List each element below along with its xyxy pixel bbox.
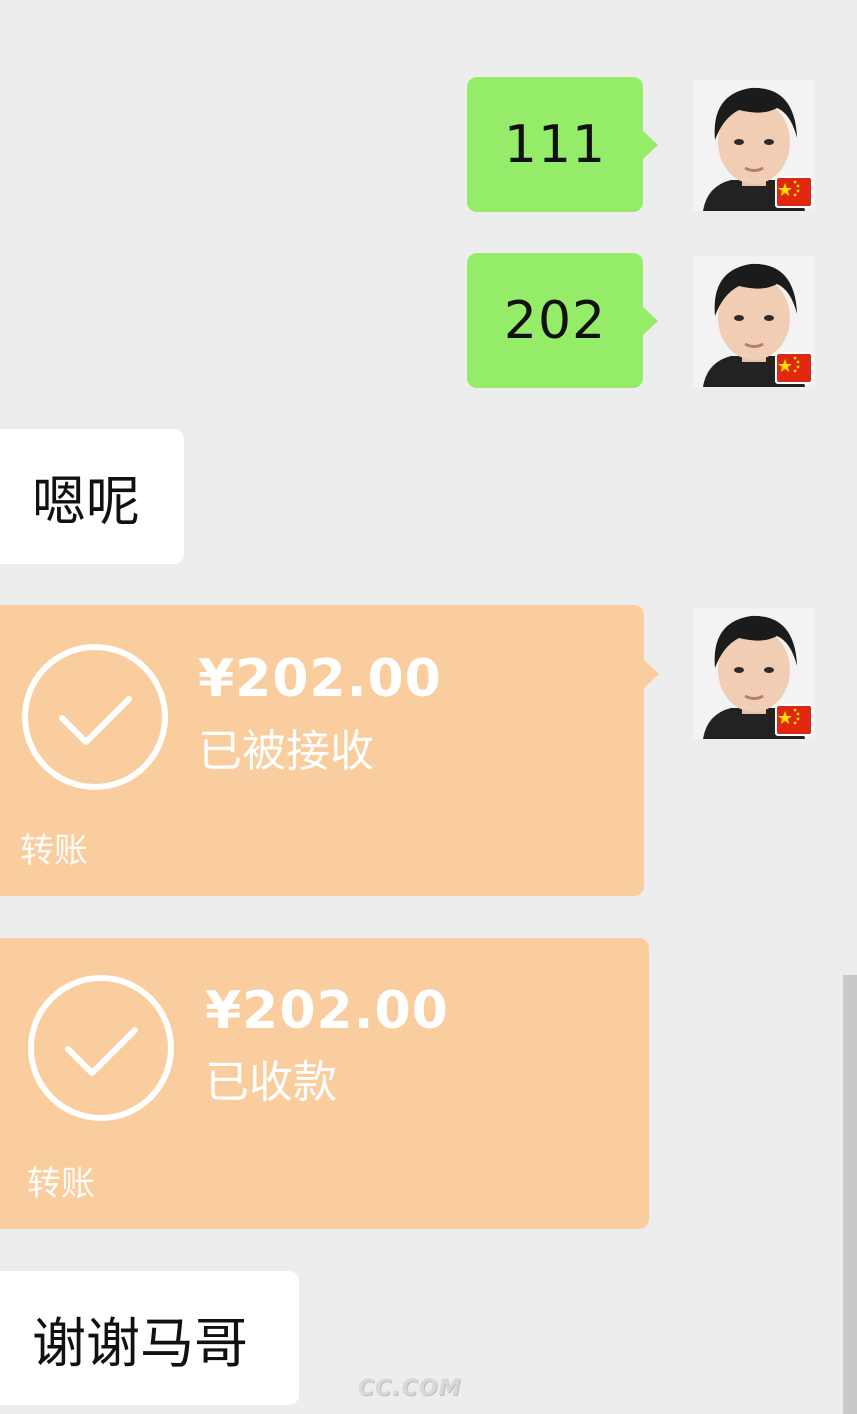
message-text: 谢谢马哥 (32, 1311, 248, 1375)
avatar[interactable] (693, 80, 815, 211)
transfer-card-sent[interactable]: ¥202.00 已被接收 转账 (0, 605, 659, 896)
received-message-bubble[interactable]: 嗯呢 (0, 429, 184, 564)
transfer-card-received[interactable]: ¥202.00 已收款 转账 (0, 938, 649, 1229)
message-text: 202 (503, 290, 607, 351)
china-flag-icon (775, 704, 813, 736)
avatar-photo (693, 80, 815, 211)
received-message-bubble[interactable]: 谢谢马哥 (0, 1271, 299, 1405)
transfer-status: 已被接收 (198, 726, 374, 777)
transfer-amount: ¥202.00 (198, 649, 442, 709)
sent-message-bubble[interactable]: 111 (467, 77, 658, 212)
sent-message-bubble[interactable]: 202 (467, 253, 658, 388)
message-text: 111 (503, 114, 607, 175)
message-text: 嗯呢 (32, 470, 140, 533)
chat-area: 111 202 嗯呢 ¥202.00 已被接收 转账 ¥202.00 已收款 转… (0, 0, 857, 1414)
transfer-label: 转账 (27, 1164, 95, 1204)
china-flag-icon (775, 352, 813, 384)
check-circle-icon (28, 975, 174, 1121)
avatar-photo (693, 608, 815, 739)
transfer-status: 已收款 (205, 1057, 337, 1108)
avatar-photo (693, 256, 815, 387)
watermark: CC.COM (358, 1376, 462, 1401)
avatar[interactable] (693, 256, 815, 387)
scrollbar[interactable] (843, 975, 857, 1414)
avatar[interactable] (693, 608, 815, 739)
check-circle-icon (22, 644, 168, 790)
transfer-amount: ¥202.00 (205, 981, 449, 1041)
transfer-label: 转账 (20, 831, 88, 871)
china-flag-icon (775, 176, 813, 208)
